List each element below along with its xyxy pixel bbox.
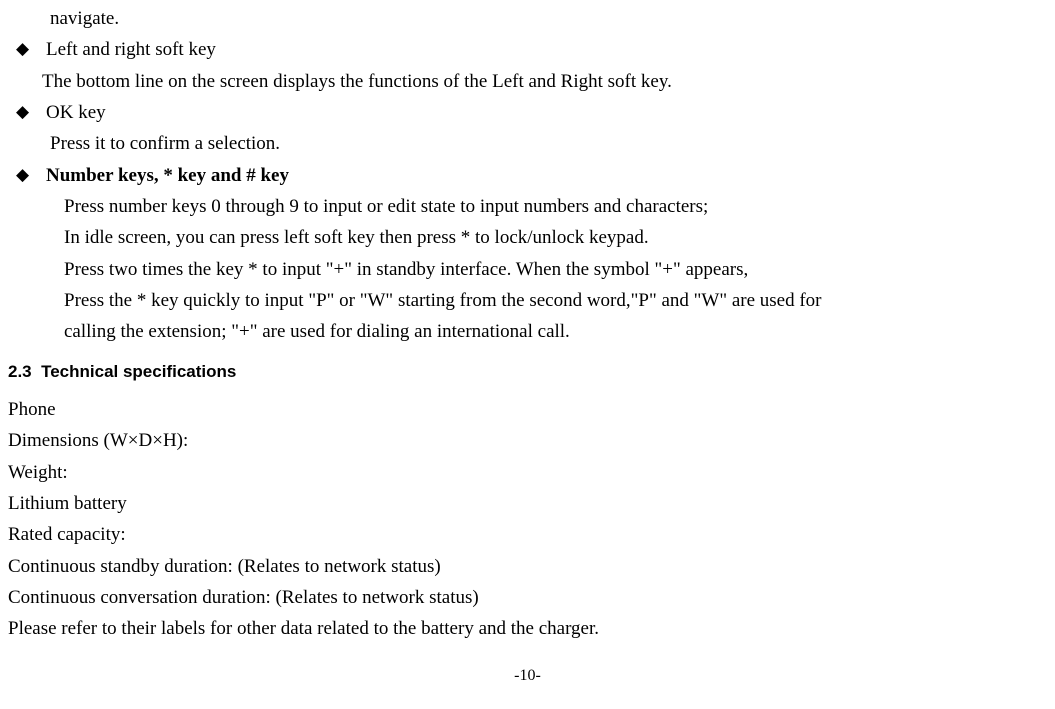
bullet-ok-key: ◆ OK key [8, 97, 1047, 128]
text: Continuous conversation duration: (Relat… [8, 587, 479, 608]
num-desc-4: Press the * key quickly to input "P" or … [8, 285, 1047, 316]
page-number: -10- [8, 663, 1047, 689]
left-right-desc: The bottom line on the screen displays t… [8, 66, 1047, 97]
text: navigate. [50, 8, 119, 29]
ok-key-desc: Press it to confirm a selection. [8, 128, 1047, 159]
text: Dimensions (W×D×H): [8, 430, 188, 451]
num-desc-1: Press number keys 0 through 9 to input o… [8, 191, 1047, 222]
spec-weight: Weight: [8, 457, 1047, 488]
text: Phone [8, 399, 56, 420]
spec-rated: Rated capacity: [8, 519, 1047, 550]
num-desc-5: calling the extension; "+" are used for … [8, 316, 1047, 347]
text: Press number keys 0 through 9 to input o… [64, 196, 708, 217]
spec-dimensions: Dimensions (W×D×H): [8, 425, 1047, 456]
num-desc-3: Press two times the key * to input "+" i… [8, 254, 1047, 285]
text: The bottom line on the screen displays t… [42, 71, 672, 92]
text: Press two times the key * to input "+" i… [64, 259, 748, 280]
section-number: 2.3 [8, 362, 32, 381]
spec-refer: Please refer to their labels for other d… [8, 613, 1047, 644]
diamond-icon: ◆ [16, 160, 46, 191]
section-heading: 2.3 Technical specifications [8, 358, 1047, 386]
text: Lithium battery [8, 493, 127, 514]
spec-phone: Phone [8, 394, 1047, 425]
text: calling the extension; "+" are used for … [64, 321, 570, 342]
bullet-label: Left and right soft key [46, 34, 1047, 65]
text: In idle screen, you can press left soft … [64, 227, 649, 248]
spec-conversation: Continuous conversation duration: (Relat… [8, 582, 1047, 613]
bullet-number-keys: ◆ Number keys, * key and # key [8, 160, 1047, 191]
diamond-icon: ◆ [16, 97, 46, 128]
text: Continuous standby duration: (Relates to… [8, 556, 441, 577]
spec-standby: Continuous standby duration: (Relates to… [8, 551, 1047, 582]
spec-lithium: Lithium battery [8, 488, 1047, 519]
bullet-label: Number keys, * key and # key [46, 160, 1047, 191]
text: Rated capacity: [8, 524, 126, 545]
text: Press it to confirm a selection. [50, 133, 280, 154]
diamond-icon: ◆ [16, 34, 46, 65]
bullet-left-right-soft-key: ◆ Left and right soft key [8, 34, 1047, 65]
section-title: Technical specifications [41, 362, 236, 381]
text: Press the * key quickly to input "P" or … [64, 290, 822, 311]
bullet-label: OK key [46, 97, 1047, 128]
text: -10- [514, 667, 541, 684]
text: Please refer to their labels for other d… [8, 618, 599, 639]
text: Weight: [8, 462, 68, 483]
navigate-line: navigate. [8, 3, 1047, 34]
num-desc-2: In idle screen, you can press left soft … [8, 222, 1047, 253]
